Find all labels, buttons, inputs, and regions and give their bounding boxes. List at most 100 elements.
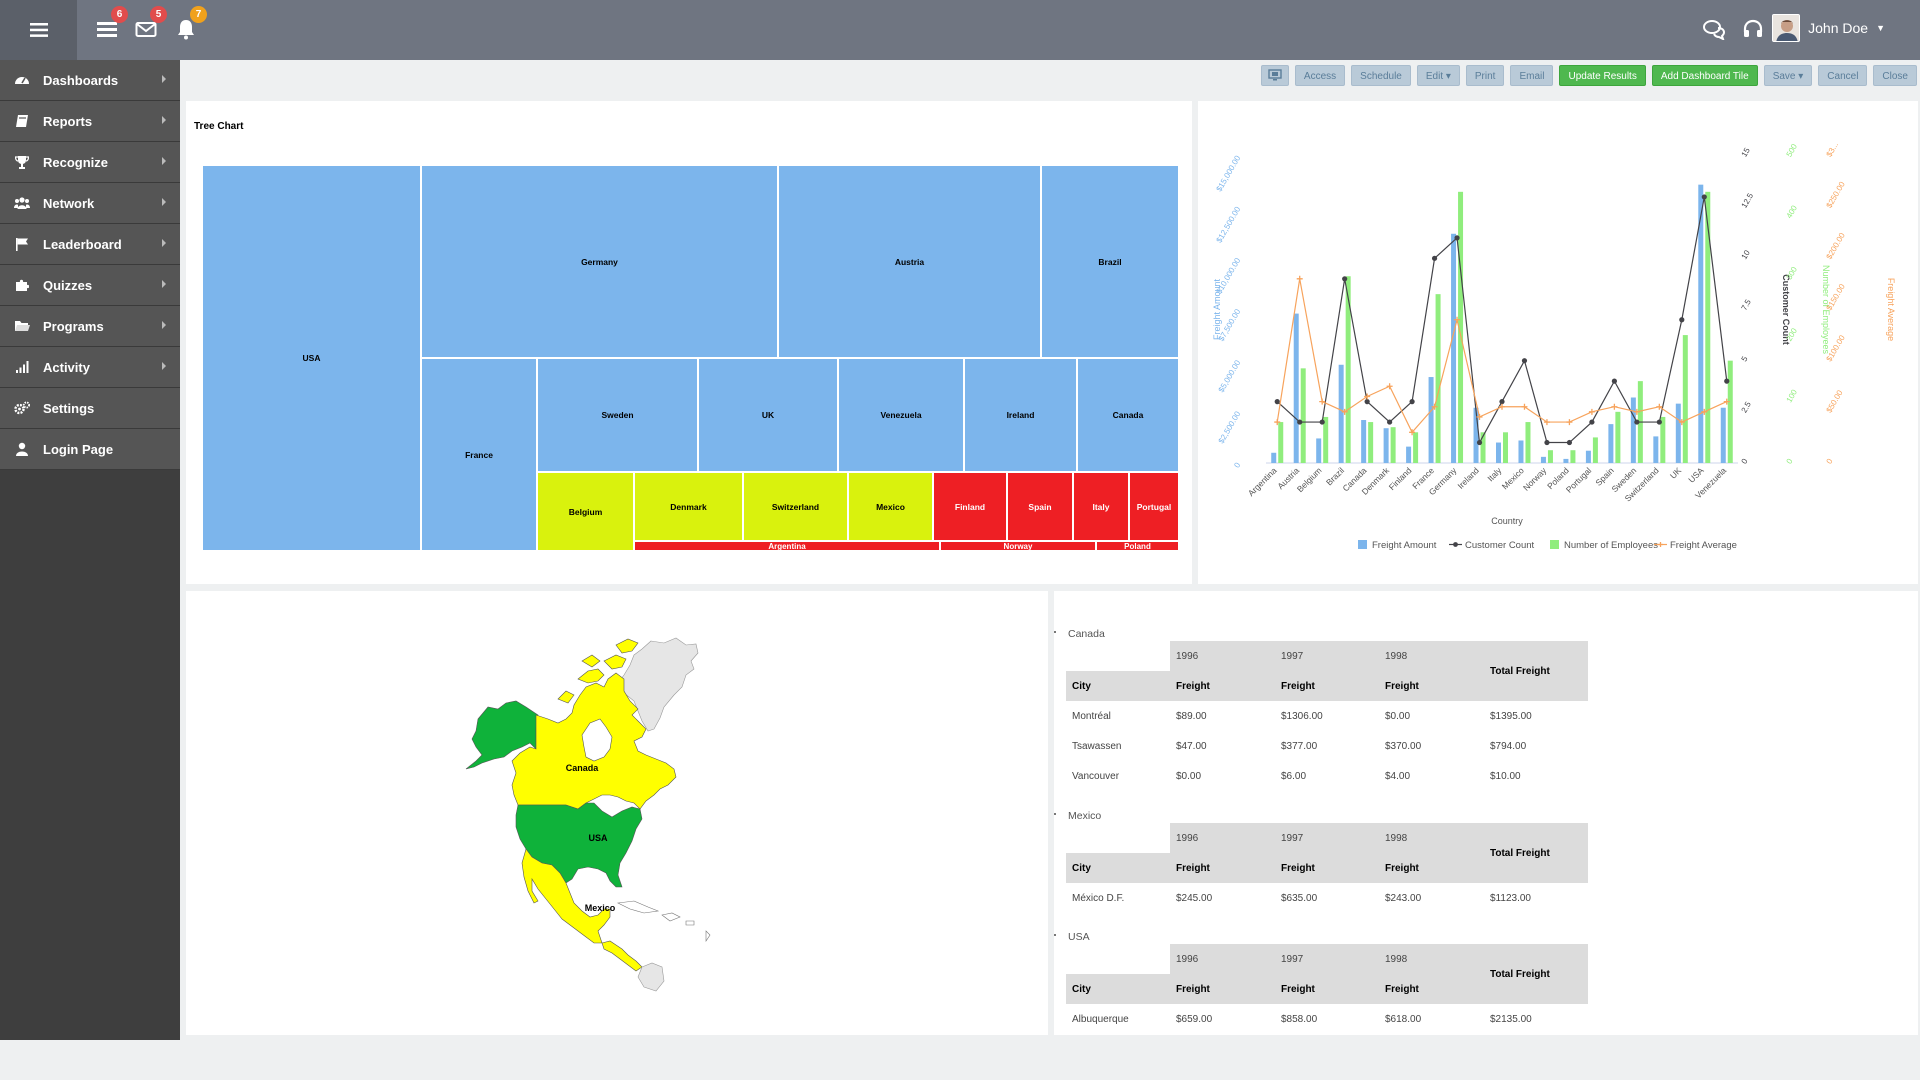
edit-dropdown-button[interactable]: Edit ▾	[1416, 65, 1460, 86]
treemap-cell-label: Germany	[581, 256, 618, 267]
folder-icon	[14, 318, 30, 334]
tile-title: Tree Chart	[194, 121, 244, 132]
sidebar-item-leaderboard[interactable]: Leaderboard	[0, 224, 180, 265]
treemap-cell-label: Canada	[1112, 410, 1144, 420]
freight-cell: $370.00	[1385, 740, 1422, 752]
y-axis-tick-label: 15	[1740, 146, 1753, 159]
sidebar-item-dashboards[interactable]: Dashboards	[0, 60, 180, 101]
trophy-icon	[14, 154, 30, 170]
cancel-button[interactable]: Cancel	[1818, 65, 1868, 86]
sidebar-item-label: Programs	[43, 318, 104, 334]
treemap-cell-label: Spain	[1028, 501, 1052, 512]
y-axis-tick-label: 0	[1232, 461, 1242, 470]
treemap-cell[interactable]: France	[421, 358, 537, 551]
print-button[interactable]: Print	[1465, 65, 1505, 86]
update-results-button[interactable]: Update Results	[1559, 65, 1646, 86]
treemap-cell[interactable]: Switzerland	[743, 472, 848, 541]
support-button[interactable]	[1742, 18, 1766, 42]
user-name: John Doe	[1808, 20, 1869, 36]
caret-right-icon	[162, 75, 166, 83]
treemap-cell[interactable]: Mexico	[848, 472, 933, 541]
treemap-cell[interactable]: Norway	[940, 541, 1096, 551]
treemap-cell[interactable]: Italy	[1073, 472, 1129, 541]
user-icon	[14, 441, 30, 457]
y-axis-tick-label: $50.00	[1825, 388, 1845, 414]
table-row: Montréal $89.00 $1306.00 $0.00 $1395.00	[1066, 701, 1588, 731]
treemap-cell[interactable]: UK	[698, 358, 838, 472]
treemap-cell[interactable]: Canada	[1077, 358, 1179, 472]
treemap-cell[interactable]: Ireland	[964, 358, 1077, 472]
freight-average-point	[1566, 419, 1573, 426]
email-button[interactable]: Email	[1510, 65, 1554, 86]
city-cell: México D.F.	[1072, 892, 1125, 904]
treemap-cell[interactable]: Poland	[1096, 541, 1179, 551]
treemap-cell[interactable]: Argentina	[634, 541, 940, 551]
customer-count-point	[1611, 378, 1617, 384]
treemap-cell[interactable]: Brazil	[1041, 165, 1179, 358]
freight-header: Freight	[1275, 853, 1379, 883]
dashboard-icon	[14, 72, 30, 88]
treemap-cell-label: Poland	[1124, 541, 1151, 551]
chevron-down-icon: ▼	[1876, 23, 1885, 33]
treemap-cell[interactable]: Germany	[421, 165, 778, 358]
menu-toggle-button[interactable]	[0, 0, 77, 60]
page-footer-area	[0, 1040, 1920, 1080]
sidebar-item-recognize[interactable]: Recognize	[0, 142, 180, 183]
y-axis-tick-label: 10	[1740, 248, 1753, 261]
chat-button[interactable]	[1703, 18, 1727, 42]
y-axis-tick-label: $12,500.00	[1215, 205, 1243, 245]
freight-cell: $89.00	[1176, 710, 1207, 722]
treemap-cell[interactable]: Venezuela	[838, 358, 964, 472]
map-region-south-america[interactable]	[637, 962, 665, 992]
users-icon	[14, 195, 30, 211]
employees-bar	[1278, 422, 1284, 463]
messages-button[interactable]: 5	[135, 6, 167, 42]
sidebar-item-login-page[interactable]: Login Page	[0, 429, 180, 470]
sidebar-item-quizzes[interactable]: Quizzes	[0, 265, 180, 306]
freight-cell: $1306.00	[1281, 710, 1323, 722]
schedule-button[interactable]: Schedule	[1351, 65, 1411, 86]
x-axis-tick-label: Belgium	[1295, 465, 1324, 494]
access-button[interactable]: Access	[1294, 65, 1346, 86]
freight-amount-bar	[1293, 313, 1299, 463]
map-region-central-america[interactable]	[601, 940, 643, 972]
customer-count-point	[1656, 419, 1662, 425]
customer-count-point	[1342, 276, 1348, 282]
treemap-cell-label: France	[465, 449, 493, 460]
total-cell: $794.00	[1490, 740, 1527, 752]
city-header: City	[1066, 853, 1170, 883]
treemap-cell[interactable]: Denmark	[634, 472, 743, 541]
user-menu[interactable]: John Doe ▼	[1772, 14, 1885, 42]
y-axis-tick-label: 2.5	[1740, 400, 1754, 415]
treemap-cell[interactable]: Finland	[933, 472, 1007, 541]
treemap-cell[interactable]: Sweden	[537, 358, 698, 472]
sidebar-item-network[interactable]: Network	[0, 183, 180, 224]
treemap-cell-label: Portugal	[1136, 501, 1172, 512]
save-dropdown-button[interactable]: Save ▾	[1763, 65, 1813, 86]
caret-right-icon	[162, 157, 166, 165]
freight-average-point	[1588, 408, 1595, 415]
add-dashboard-tile-button[interactable]: Add Dashboard Tile	[1651, 65, 1758, 86]
notifications-button[interactable]: 7	[175, 6, 207, 42]
treemap-cell[interactable]: Spain	[1007, 472, 1073, 541]
sidebar-item-programs[interactable]: Programs	[0, 306, 180, 347]
sidebar-item-reports[interactable]: Reports	[0, 101, 180, 142]
sidebar-item-settings[interactable]: Settings	[0, 388, 180, 429]
tasks-button[interactable]: 6	[96, 6, 128, 42]
x-axis-tick-label: Argentina	[1246, 465, 1279, 498]
legend-label: Freight Amount	[1372, 540, 1437, 551]
treemap-cell[interactable]: Belgium	[537, 472, 634, 551]
caret-right-icon	[162, 198, 166, 206]
close-button[interactable]: Close	[1873, 65, 1917, 86]
presentation-button[interactable]	[1260, 65, 1289, 86]
treemap-cell[interactable]: Austria	[778, 165, 1041, 358]
city-header: City	[1066, 974, 1170, 1004]
freight-average-point	[1386, 383, 1393, 390]
city-cell: Montréal	[1072, 710, 1111, 722]
treemap-cell[interactable]: USA	[202, 165, 421, 551]
sidebar-item-activity[interactable]: Activity	[0, 347, 180, 388]
treemap-cell[interactable]: Portugal	[1129, 472, 1179, 541]
treemap-cell-label: Ireland	[1006, 410, 1035, 420]
freight-amount-bar	[1675, 403, 1681, 463]
map-region-caribbean[interactable]	[616, 900, 711, 942]
